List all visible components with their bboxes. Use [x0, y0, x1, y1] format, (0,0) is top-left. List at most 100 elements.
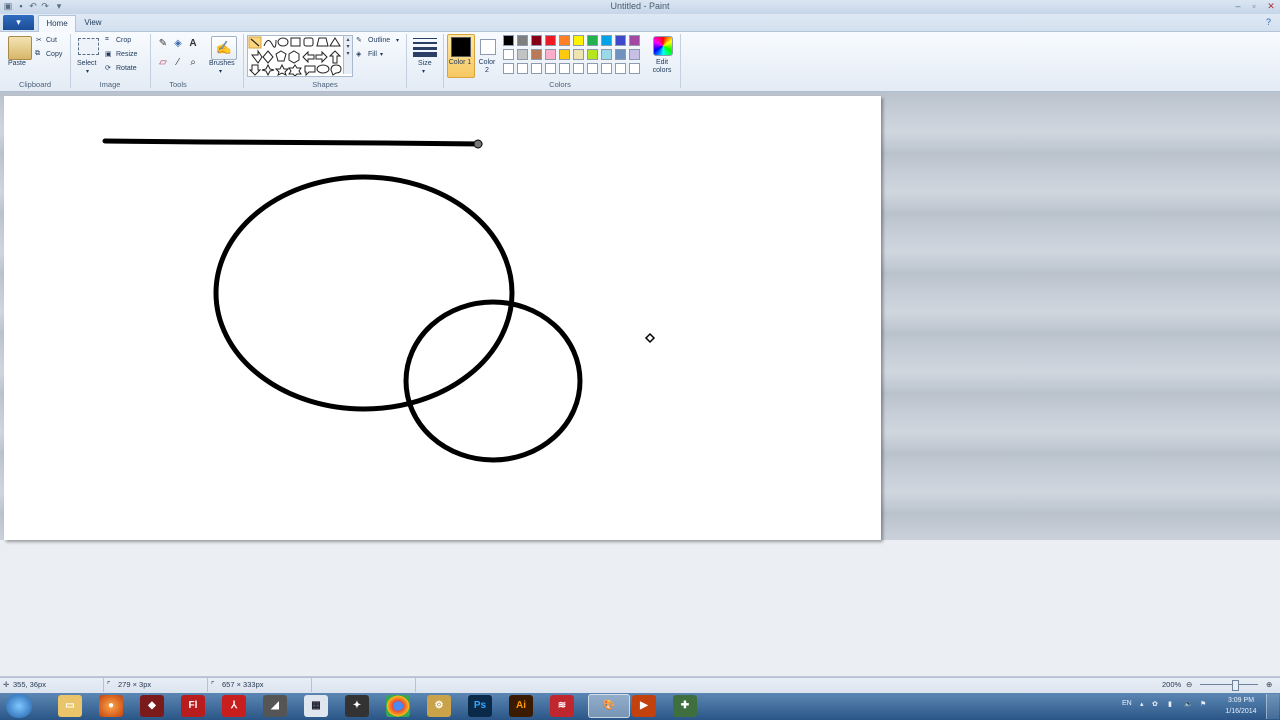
palette-swatch[interactable] [503, 49, 514, 60]
palette-swatch[interactable] [545, 35, 556, 46]
palette-swatch[interactable] [503, 63, 514, 74]
chrome-taskbar-icon[interactable] [386, 695, 410, 717]
palette-swatch[interactable] [615, 63, 626, 74]
tray-app-icon[interactable]: ✿ [1152, 700, 1158, 708]
firefox-taskbar-icon[interactable]: ● [99, 695, 123, 717]
brushes-icon[interactable]: ✍ [211, 36, 237, 60]
fill-dropdown-icon[interactable]: ▾ [380, 51, 383, 58]
unity-taskbar-icon[interactable]: ✦ [345, 695, 369, 717]
palette-swatch[interactable] [629, 35, 640, 46]
acrobat-taskbar-icon[interactable]: ⅄ [222, 695, 246, 717]
four-point-star-icon[interactable] [261, 63, 275, 77]
select-button[interactable]: Select [77, 60, 96, 67]
palette-swatch[interactable] [531, 49, 542, 60]
tab-view[interactable]: View [78, 15, 108, 31]
zoom-out-icon[interactable]: ⊖ [1186, 680, 1192, 689]
redo-icon[interactable]: ↷ [40, 1, 50, 11]
palette-swatch[interactable] [601, 49, 612, 60]
palette-swatch[interactable] [559, 63, 570, 74]
palette-swatch[interactable] [587, 49, 598, 60]
language-indicator[interactable]: EN [1122, 700, 1132, 707]
edit-colors-button[interactable]: Edit colors [650, 59, 674, 75]
palette-swatch[interactable] [545, 49, 556, 60]
palette-swatch[interactable] [601, 63, 612, 74]
palette-swatch[interactable] [615, 35, 626, 46]
hexagon-shape-icon[interactable] [288, 50, 300, 64]
network-icon[interactable]: ▮ [1168, 700, 1172, 708]
zoom-slider-track[interactable] [1200, 684, 1258, 685]
magnifier-icon[interactable]: ⌕ [186, 57, 200, 70]
five-point-star-icon[interactable] [274, 63, 290, 76]
calculator-taskbar-icon[interactable]: ▦ [304, 695, 328, 717]
left-arrow-shape-icon[interactable] [315, 50, 328, 64]
copy-button[interactable]: Copy [46, 51, 62, 58]
rotate-icon[interactable]: ⟳ [105, 64, 111, 72]
app2-taskbar-icon[interactable]: ◢ [263, 695, 287, 717]
up-arrow-shape-icon[interactable] [328, 50, 342, 64]
palette-swatch[interactable] [573, 49, 584, 60]
resize-button[interactable]: Resize [116, 51, 137, 58]
help-icon[interactable]: ? [1266, 17, 1276, 27]
paste-button[interactable]: Paste [8, 60, 26, 67]
rounded-rect-shape-icon[interactable] [303, 37, 314, 47]
app5-taskbar-icon[interactable]: ▶ [632, 695, 656, 717]
minimize-icon[interactable]: – [1232, 1, 1244, 11]
curve-shape-icon[interactable] [263, 39, 277, 48]
oval-shape-icon[interactable] [277, 37, 289, 47]
right-triangle-shape-icon[interactable] [251, 49, 263, 64]
polygon-shape-icon[interactable] [316, 37, 329, 47]
palette-swatch[interactable] [573, 63, 584, 74]
tab-home[interactable]: Home [38, 15, 76, 32]
app6-taskbar-icon[interactable]: ✚ [673, 695, 697, 717]
paint-menu-button[interactable]: ▾ [3, 15, 34, 30]
color-picker-icon[interactable]: ⁄ [171, 57, 185, 70]
edit-colors-icon[interactable] [653, 36, 673, 56]
select-icon[interactable] [78, 38, 99, 55]
color2-label[interactable]: Color 2 [476, 59, 498, 75]
size-button[interactable]: Size [418, 60, 432, 67]
palette-swatch[interactable] [517, 35, 528, 46]
palette-swatch[interactable] [615, 49, 626, 60]
resize-icon[interactable]: ▣ [105, 50, 112, 58]
fill-bucket-icon[interactable]: ◈ [171, 38, 185, 51]
fill-button[interactable]: Fill [368, 51, 377, 58]
close-icon[interactable]: ✕ [1264, 1, 1278, 11]
line-end-handle[interactable] [473, 139, 483, 149]
power-icon[interactable]: ⚑ [1200, 700, 1206, 708]
clock-date[interactable]: 1/16/2014 [1220, 708, 1262, 715]
rotate-button[interactable]: Rotate [116, 65, 137, 72]
volume-icon[interactable]: 🔈 [1184, 700, 1193, 708]
outline-button[interactable]: Outline [368, 37, 390, 44]
photoshop-taskbar-icon[interactable]: Ps [468, 695, 492, 717]
diamond-shape-icon[interactable] [262, 50, 274, 64]
fill-icon[interactable]: ◈ [356, 50, 361, 58]
paste-icon[interactable] [8, 36, 32, 60]
pentagon-shape-icon[interactable] [275, 50, 287, 62]
palette-swatch[interactable] [587, 35, 598, 46]
outline-dropdown-icon[interactable]: ▾ [396, 37, 399, 44]
palette-swatch[interactable] [587, 63, 598, 74]
qat-dropdown-icon[interactable]: ▾ [54, 1, 64, 11]
palette-swatch[interactable] [629, 63, 640, 74]
palette-swatch[interactable] [531, 35, 542, 46]
palette-swatch[interactable] [559, 35, 570, 46]
brushes-button[interactable]: Brushes [209, 60, 235, 67]
six-point-star-icon[interactable] [288, 64, 302, 77]
color2-swatch[interactable] [480, 39, 496, 55]
cut-button[interactable]: Cut [46, 37, 57, 44]
outline-icon[interactable]: ✎ [356, 36, 362, 44]
size-dropdown-icon[interactable]: ▾ [422, 68, 425, 75]
flash-taskbar-icon[interactable]: Fl [181, 695, 205, 717]
paint-app-icon[interactable]: ▣ [3, 1, 13, 11]
crop-icon[interactable]: ⌗ [105, 36, 109, 44]
select-dropdown-icon[interactable]: ▾ [86, 68, 89, 75]
zoom-in-icon[interactable]: ⊕ [1266, 680, 1272, 689]
palette-swatch[interactable] [531, 63, 542, 74]
shapes-scroll[interactable]: ▴ ▾ ▾ [343, 36, 352, 74]
callout-oval-icon[interactable] [316, 64, 330, 74]
drawing-canvas[interactable] [4, 96, 881, 540]
palette-swatch[interactable] [517, 63, 528, 74]
pencil-icon[interactable]: ✎ [156, 38, 170, 51]
cut-icon[interactable]: ✂ [36, 36, 42, 44]
clock-time[interactable]: 3:09 PM [1222, 697, 1260, 704]
